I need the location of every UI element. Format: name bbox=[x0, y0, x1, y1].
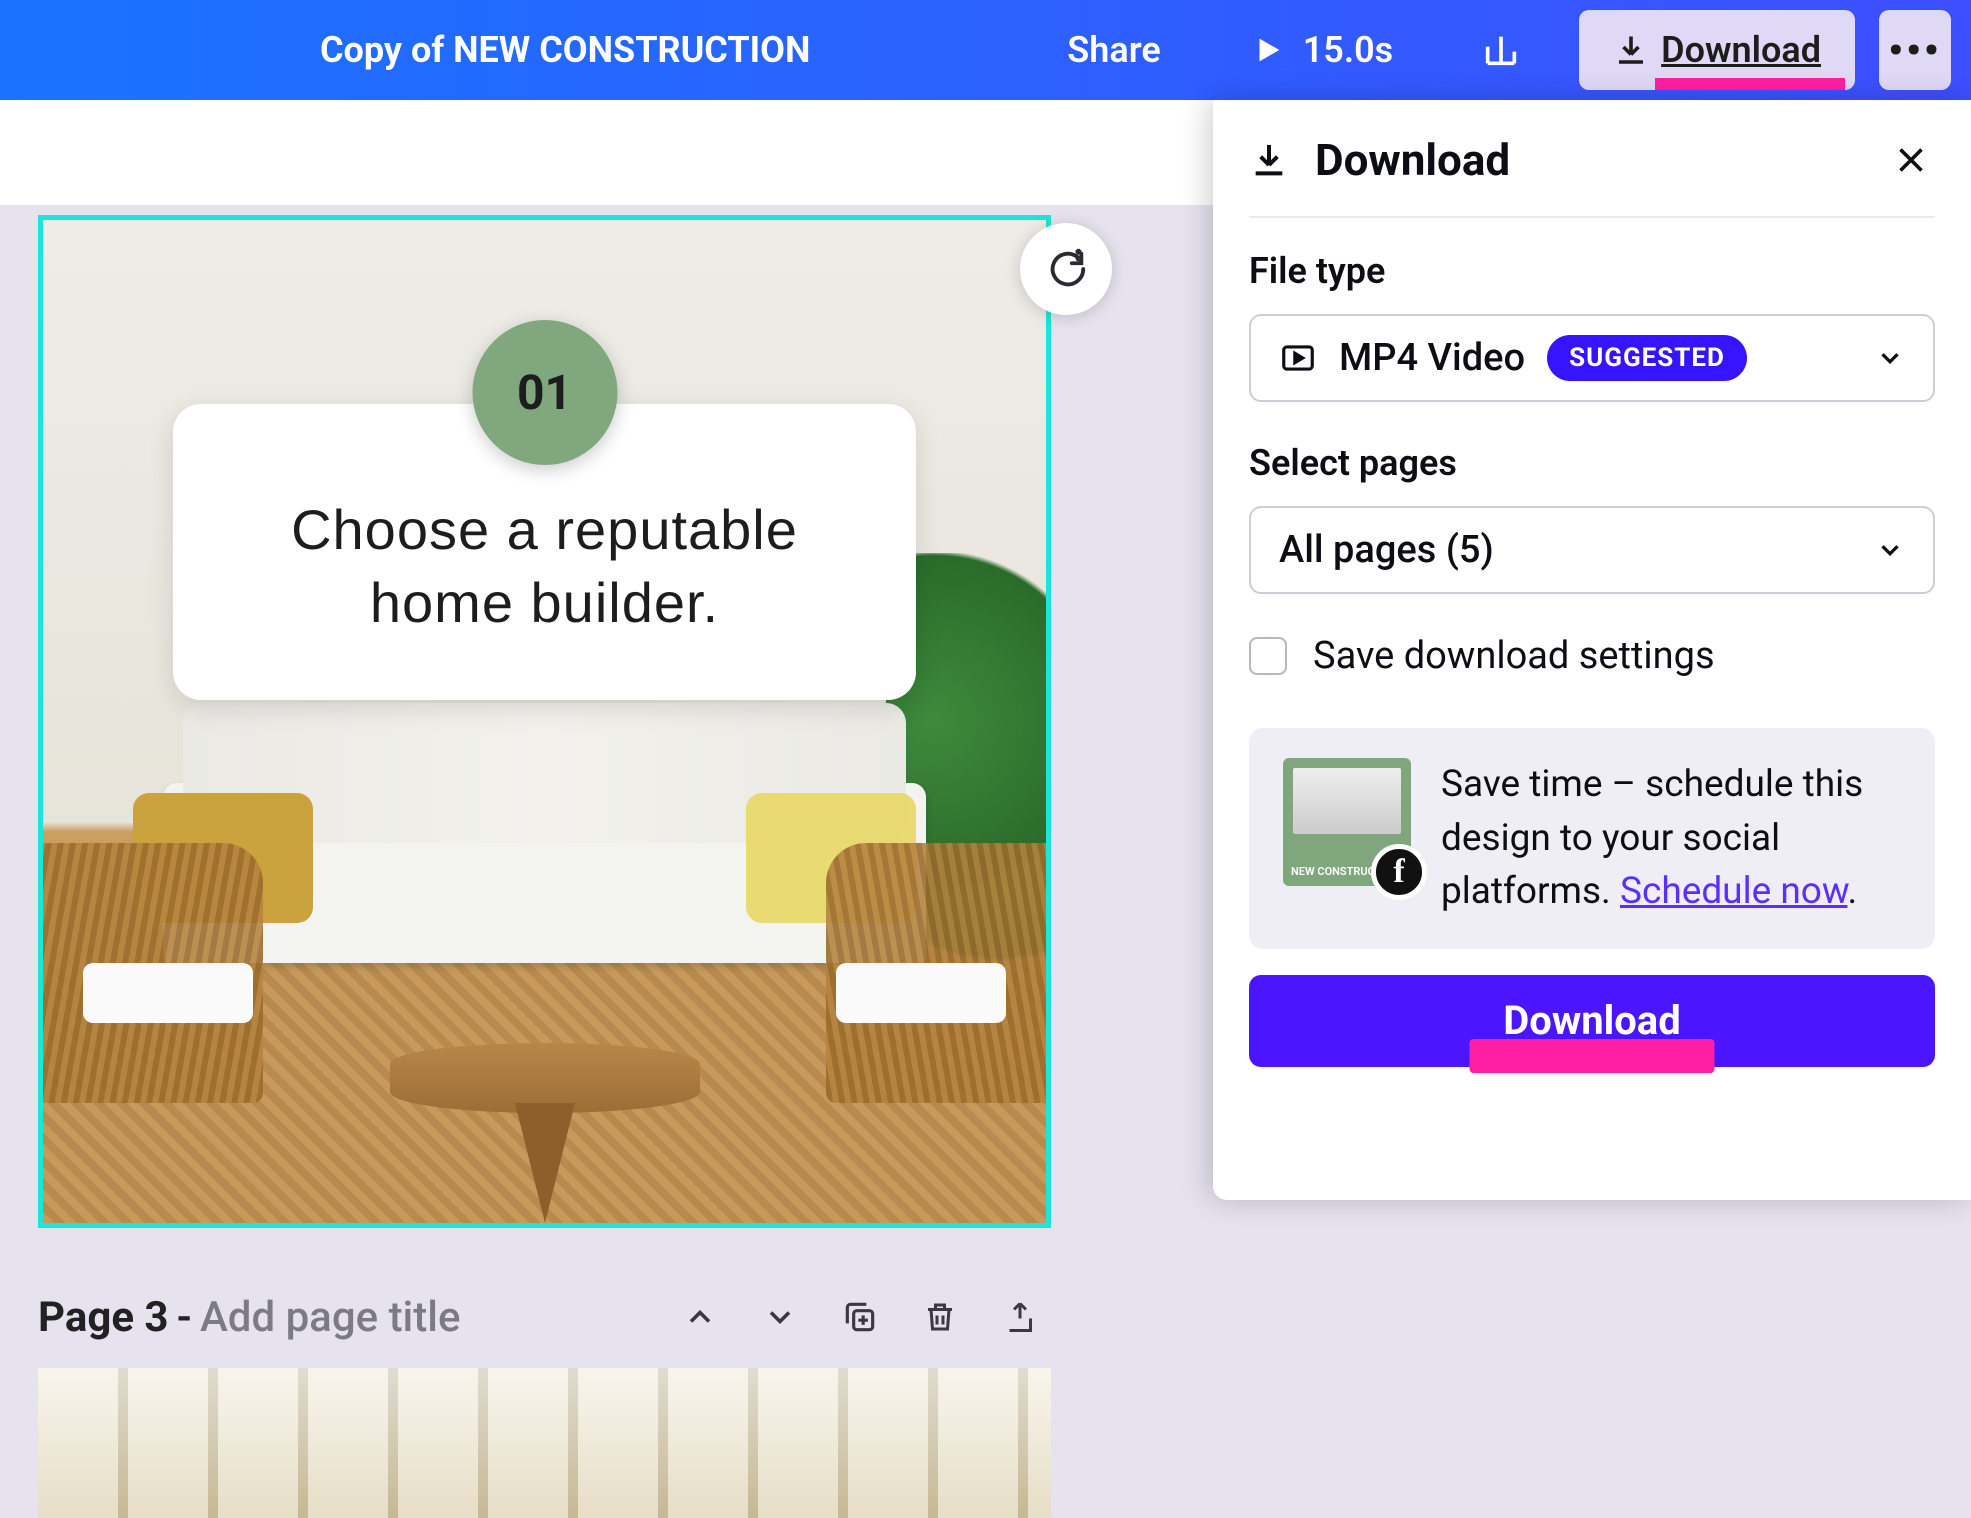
file-type-label: File type bbox=[1249, 250, 1935, 292]
chevron-down-icon bbox=[1875, 535, 1905, 565]
badge-number: 01 bbox=[517, 364, 572, 421]
bar-chart-icon bbox=[1481, 30, 1521, 70]
more-menu-button[interactable]: ••• bbox=[1879, 10, 1951, 90]
export-icon bbox=[1002, 1299, 1038, 1335]
document-title[interactable]: Copy of NEW CONSTRUCTION bbox=[320, 29, 810, 71]
download-action-label: Download bbox=[1503, 997, 1680, 1044]
share-button[interactable]: Share bbox=[1037, 17, 1190, 83]
save-settings-checkbox[interactable] bbox=[1249, 637, 1287, 675]
chevron-up-icon bbox=[682, 1299, 718, 1335]
seat-right-graphic bbox=[836, 963, 1006, 1023]
download-top-button[interactable]: Download bbox=[1579, 10, 1855, 90]
close-panel-button[interactable] bbox=[1887, 136, 1935, 184]
close-icon bbox=[1893, 142, 1929, 178]
seat-left-graphic bbox=[83, 963, 253, 1023]
highlight-accent bbox=[1470, 1039, 1715, 1073]
move-page-up-button[interactable] bbox=[669, 1286, 731, 1348]
download-panel-header: Download bbox=[1249, 134, 1935, 218]
duplicate-icon bbox=[841, 1298, 879, 1336]
select-pages-select[interactable]: All pages (5) bbox=[1249, 506, 1935, 594]
duplicate-page-button[interactable] bbox=[829, 1286, 891, 1348]
duration-value: 15.0s bbox=[1303, 29, 1393, 71]
chevron-down-icon bbox=[762, 1299, 798, 1335]
circle-number-badge[interactable]: 01 bbox=[472, 320, 617, 465]
comment-plus-icon bbox=[1043, 246, 1089, 292]
page-title-input[interactable]: Add page title bbox=[200, 1293, 461, 1342]
facebook-badge-icon: f bbox=[1371, 844, 1427, 900]
canvas-card-text[interactable]: Choose a reputable home builder. bbox=[225, 494, 864, 640]
promo-thumbnail: NEW CONSTRUCTI f bbox=[1283, 758, 1411, 886]
highlight-accent bbox=[1655, 78, 1845, 90]
analytics-button[interactable] bbox=[1453, 17, 1549, 83]
page-3-canvas-preview[interactable] bbox=[38, 1368, 1051, 1518]
promo-period: . bbox=[1847, 870, 1857, 913]
select-pages-value: All pages (5) bbox=[1279, 528, 1494, 572]
play-duration-button[interactable]: 15.0s bbox=[1221, 17, 1423, 83]
page-info-row: Page 3 - Add page title bbox=[38, 1228, 1051, 1368]
schedule-now-link[interactable]: Schedule now bbox=[1620, 870, 1848, 913]
promo-text: Save time – schedule this design to your… bbox=[1441, 758, 1901, 919]
add-comment-button[interactable] bbox=[1020, 223, 1112, 315]
coffee-table-graphic bbox=[390, 1043, 700, 1113]
play-icon bbox=[1251, 33, 1285, 67]
move-page-down-button[interactable] bbox=[749, 1286, 811, 1348]
top-header: Copy of NEW CONSTRUCTION Share 15.0s Dow… bbox=[0, 0, 1971, 100]
trash-icon bbox=[922, 1299, 958, 1335]
schedule-promo-card: NEW CONSTRUCTI f Save time – schedule th… bbox=[1249, 728, 1935, 949]
promo-thumb-image bbox=[1293, 768, 1401, 834]
page-number-label: Page 3 bbox=[38, 1293, 169, 1342]
video-file-icon bbox=[1279, 339, 1317, 377]
save-settings-row[interactable]: Save download settings bbox=[1249, 634, 1935, 678]
download-top-label: Download bbox=[1661, 29, 1821, 71]
file-type-value: MP4 Video bbox=[1339, 336, 1525, 380]
download-icon bbox=[1249, 140, 1289, 180]
download-panel: Download File type MP4 Video SUGGESTED S… bbox=[1213, 100, 1971, 1200]
suggested-badge: SUGGESTED bbox=[1547, 335, 1747, 381]
download-panel-title: Download bbox=[1315, 134, 1861, 186]
select-pages-label: Select pages bbox=[1249, 442, 1935, 484]
more-icon: ••• bbox=[1888, 27, 1941, 74]
export-page-button[interactable] bbox=[989, 1286, 1051, 1348]
download-icon bbox=[1613, 32, 1649, 68]
page-separator: - bbox=[177, 1293, 192, 1342]
chevron-down-icon bbox=[1875, 343, 1905, 373]
file-type-select[interactable]: MP4 Video SUGGESTED bbox=[1249, 314, 1935, 402]
delete-page-button[interactable] bbox=[909, 1286, 971, 1348]
page-2-wrapper: Choose a reputable home builder. 01 bbox=[38, 215, 1051, 1228]
page-2-canvas[interactable]: Choose a reputable home builder. 01 bbox=[38, 215, 1051, 1228]
save-settings-label: Save download settings bbox=[1313, 634, 1715, 678]
share-label: Share bbox=[1067, 29, 1160, 71]
